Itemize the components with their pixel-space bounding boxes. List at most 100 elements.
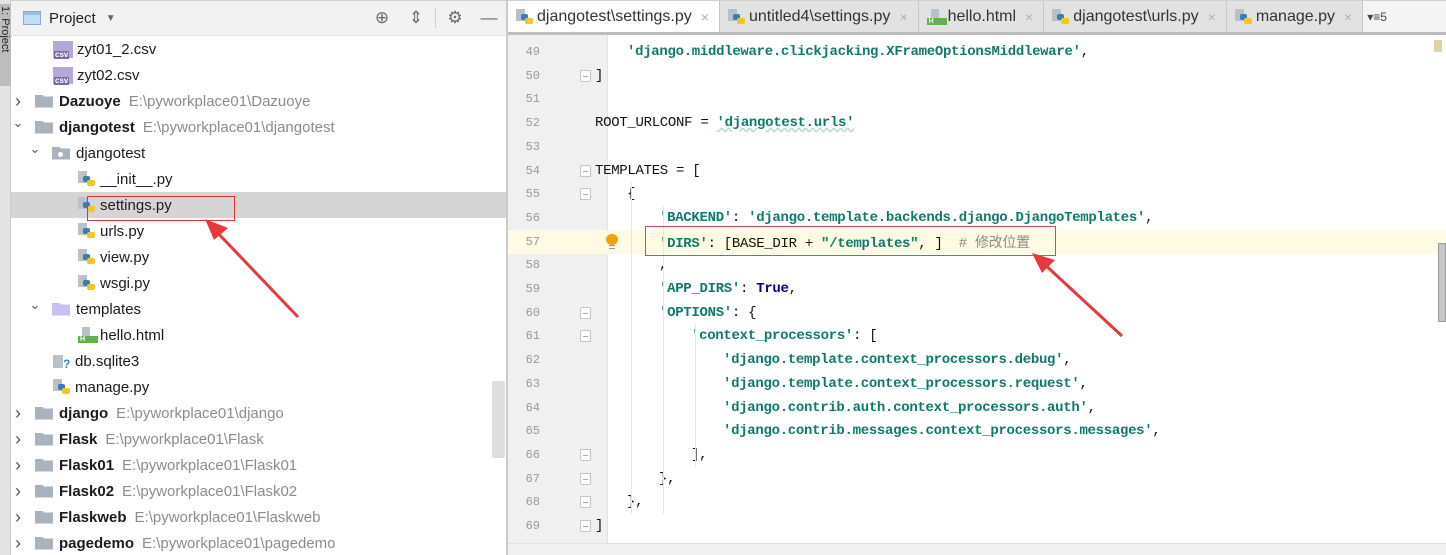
- close-icon[interactable]: ×: [899, 9, 907, 25]
- chevron-down-icon[interactable]: ⌄: [11, 115, 25, 131]
- code-area[interactable]: 49 'django.middleware.clickjacking.XFrame…: [508, 35, 1446, 543]
- fold-start-icon[interactable]: [580, 330, 591, 343]
- chevron-right-icon[interactable]: ›: [11, 455, 25, 476]
- horizontal-scrollbar[interactable]: [508, 543, 1446, 555]
- editor: djangotest\settings.py × untitled4\setting…: [508, 0, 1446, 555]
- close-icon[interactable]: ×: [701, 9, 709, 25]
- chevron-right-icon[interactable]: ›: [11, 429, 25, 450]
- fold-end-icon[interactable]: [580, 496, 591, 509]
- tree-item[interactable]: › pagedemo E:\pyworkplace01\pagedemo: [11, 530, 506, 555]
- chevron-right-icon[interactable]: ›: [11, 481, 25, 502]
- project-window-icon: [23, 11, 41, 25]
- tree-item[interactable]: ⌄ djangotest: [11, 140, 506, 166]
- tree-item[interactable]: ›view.py: [11, 244, 506, 270]
- code-token: : [: [853, 328, 878, 345]
- tree-item[interactable]: › django E:\pyworkplace01\django: [11, 400, 506, 426]
- fold-end-icon[interactable]: [580, 472, 591, 485]
- fold-start-icon[interactable]: [580, 188, 591, 201]
- chevron-right-icon[interactable]: ›: [11, 533, 25, 554]
- line-number: 61: [525, 329, 540, 344]
- project-panel-tools: ⊕ ⇕ ⚙ —: [365, 1, 506, 35]
- toolbar-separator: [435, 8, 436, 28]
- error-stripe-marker[interactable]: [1434, 40, 1442, 52]
- more-tabs-button[interactable]: ▾≡5: [1363, 1, 1446, 32]
- lightbulb-icon[interactable]: [605, 233, 619, 250]
- project-tool-window-button[interactable]: 1: Project: [0, 4, 11, 86]
- close-icon[interactable]: ×: [1344, 9, 1352, 25]
- tree-item[interactable]: › Flask E:\pyworkplace01\Flask: [11, 426, 506, 452]
- code-token: ],: [691, 446, 708, 463]
- code-line: 65 'django.contrib.messages.context_proce…: [508, 419, 1446, 443]
- tree-item-path: E:\pyworkplace01\django: [116, 404, 284, 422]
- code-line: 61 'context_processors': [: [508, 324, 1446, 348]
- fold-end-icon[interactable]: [580, 448, 591, 461]
- fold-end-icon[interactable]: [580, 520, 591, 532]
- editor-tab[interactable]: manage.py ×: [1226, 1, 1364, 32]
- editor-tab[interactable]: untitled4\settings.py ×: [719, 1, 919, 32]
- tree-item[interactable]: ›db.sqlite3: [11, 348, 506, 374]
- project-tool-label: 1: Project: [0, 6, 11, 53]
- html-file-icon: [78, 327, 98, 343]
- tree-item-path: E:\pyworkplace01\djangotest: [142, 118, 335, 136]
- tree-item[interactable]: › Dazuoye E:\pyworkplace01\Dazuoye: [11, 88, 506, 114]
- project-scrollbar[interactable]: [492, 381, 505, 458]
- editor-scrollbar[interactable]: [1438, 243, 1446, 322]
- code-text: ]: [595, 518, 603, 534]
- tree-item[interactable]: ›hello.html: [11, 322, 506, 348]
- tree-item[interactable]: ›settings.py: [11, 192, 506, 218]
- line-number: 63: [525, 376, 540, 391]
- tree-item[interactable]: ⌄ djangotest E:\pyworkplace01\djangotest: [11, 114, 506, 140]
- code-text: 'OPTIONS': {: [659, 304, 757, 321]
- chevron-right-icon[interactable]: ›: [11, 403, 25, 424]
- fold-start-icon[interactable]: [580, 164, 591, 177]
- code-line: 59 'APP_DIRS': True,: [508, 277, 1446, 301]
- tree-item-label: view.py: [100, 248, 150, 266]
- chevron-right-icon[interactable]: ›: [11, 91, 25, 112]
- tree-item-label: django: [59, 404, 109, 422]
- tree-item[interactable]: ⌄ templates: [11, 296, 506, 322]
- chevron-down-icon[interactable]: ▼: [106, 13, 116, 24]
- code-token: : {: [731, 304, 757, 321]
- code-line: 60 'OPTIONS': {: [508, 301, 1446, 325]
- tree-item[interactable]: ›zyt01_2.csv: [11, 36, 506, 62]
- tree-item[interactable]: ›__init__.py: [11, 166, 506, 192]
- tree-item[interactable]: › Flask01 E:\pyworkplace01\Flask01: [11, 452, 506, 478]
- editor-tab[interactable]: djangotest\settings.py ×: [508, 1, 720, 32]
- chevron-down-icon[interactable]: ⌄: [28, 141, 42, 157]
- close-icon[interactable]: ×: [1208, 9, 1216, 25]
- tree-item[interactable]: ›urls.py: [11, 218, 506, 244]
- code-token: : [BASE_DIR +: [707, 235, 822, 252]
- close-icon[interactable]: ×: [1025, 9, 1033, 25]
- tree-item[interactable]: › Flask02 E:\pyworkplace01\Flask02: [11, 478, 506, 504]
- project-view-selector[interactable]: Project: [49, 10, 96, 27]
- editor-tab[interactable]: djangotest\urls.py ×: [1044, 1, 1227, 32]
- tree-item[interactable]: ›wsgi.py: [11, 270, 506, 296]
- html-file-icon: [926, 8, 947, 25]
- code-token: ,: [1152, 423, 1161, 440]
- code-line: 56 'BACKEND': 'django.template.backends.d…: [508, 206, 1446, 230]
- tree-item-label: Flaskweb: [59, 508, 127, 526]
- tree-item[interactable]: ›manage.py: [11, 374, 506, 400]
- chevron-right-icon[interactable]: ›: [11, 507, 25, 528]
- tree-item[interactable]: ›zyt02.csv: [11, 62, 506, 88]
- string-token: 'DIRS': [659, 235, 708, 252]
- code-text: 'django.template.context_processors.debu…: [723, 352, 1072, 368]
- folder-icon: [35, 536, 53, 550]
- python-file-icon: [78, 223, 96, 239]
- tree-item[interactable]: › Flaskweb E:\pyworkplace01\Flaskweb: [11, 504, 506, 530]
- collapse-all-button[interactable]: ⇕: [399, 1, 433, 35]
- code-line: 55{: [508, 182, 1446, 206]
- tool-window-strip: 1: Project: [0, 0, 11, 555]
- code-line: 63 'django.template.context_processors.re…: [508, 372, 1446, 396]
- tab-label: djangotest\urls.py: [1073, 7, 1199, 25]
- gear-button[interactable]: ⚙: [438, 1, 472, 35]
- code-token: ]: [595, 518, 604, 534]
- bulb-base: [609, 244, 615, 249]
- fold-start-icon[interactable]: [580, 306, 591, 319]
- locate-button[interactable]: ⊕: [365, 1, 399, 35]
- minimize-button[interactable]: —: [472, 1, 506, 35]
- tree-item-path: E:\pyworkplace01\Flask: [105, 430, 264, 448]
- chevron-down-icon[interactable]: ⌄: [28, 297, 42, 313]
- fold-end-icon[interactable]: [580, 69, 591, 82]
- editor-tab[interactable]: hello.html ×: [918, 1, 1045, 32]
